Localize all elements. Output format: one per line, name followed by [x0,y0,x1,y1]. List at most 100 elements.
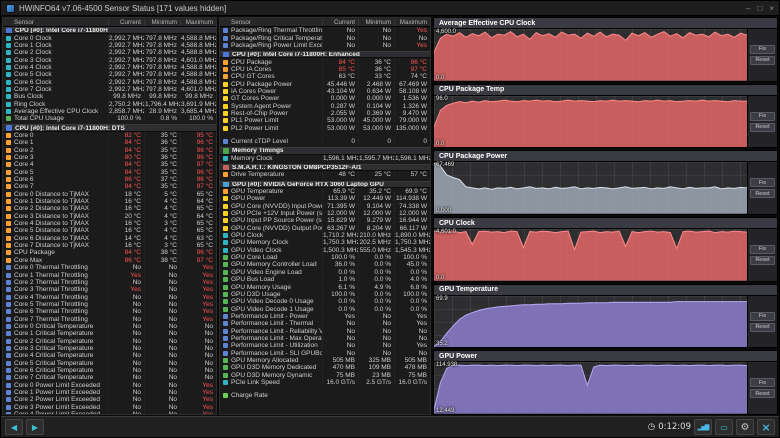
sensor-row[interactable]: Core 6 86 °C 37 °C 96 °C [3,176,216,184]
sensor-row[interactable]: GPU D3D Usage 100.0 % 0.0 % 100.0 % [220,290,430,298]
sensor-row[interactable]: Core 4 Power Limit ExceededNoNoYes [3,411,216,414]
sensor-row[interactable]: PL2 Power Limit 53.000 W 53.000 W 135.000 W [220,124,430,132]
sensor-row[interactable]: Core 0 Power Limit Exceeded No No Yes [3,381,216,389]
graph-reset-button[interactable]: Reset [750,189,775,199]
sensor-row[interactable]: CPU Package Power 45.446 W 2.468 W 67.469 W [220,80,430,88]
graph-title[interactable]: CPU Package Temp [434,84,777,96]
graph-fix-button[interactable]: Fix [750,44,775,54]
minimize-button[interactable]: – [746,4,750,13]
sensor-row[interactable]: GPU Video Decode 0 Usage 0.0 % 0.0 % 0.0 % [220,298,430,306]
sensor-row[interactable]: Core 2 Thermal Throttling No No Yes [3,278,216,286]
sensor-row[interactable]: Core 0 Thermal Throttling No No Yes [3,264,216,272]
sensor-row[interactable]: Core 1 Thermal Throttling Yes No Yes [3,271,216,279]
sensor-row[interactable]: CPU GT Cores 63 °C 33 °C 74 °C [220,73,430,81]
sensor-row[interactable]: GPU Core Load 100.0 % 0.0 % 100.0 % [220,254,430,262]
sensor-row[interactable]: Core 3 Distance to TjMAX 20 °C 4 °C 64 °C [3,212,216,220]
graph-title[interactable]: CPU Package Power [434,151,777,163]
sensor-row[interactable]: GPU D3D Memory Dedicated 470 MB 109 MB 478 … [220,364,430,372]
sensor-row[interactable]: System Agent Power 0.287 W 0.104 W 1.326 W [220,102,430,110]
sensor-row[interactable]: Core 5 Critical Temperature No No No [3,359,216,367]
sensor-row[interactable]: Core 3 Thermal Throttling Yes No Yes [3,286,216,294]
graph-title[interactable]: CPU Clock [434,218,777,230]
sensor-row[interactable]: Core 5 Clock 2,992.7 MHz 797.8 MHz 4,588.8 … [3,71,216,79]
graph-reset-button[interactable]: Reset [750,255,775,265]
sensor-row[interactable]: Package/Ring Thermal Throttling No No Yes [220,27,430,35]
sensor-row[interactable]: GPU Video Engine Load 0.0 % 0.0 % 0.0 % [220,268,430,276]
sensor-row[interactable]: CPU Package 84 °C 36 °C 96 °C [220,58,430,66]
sensor-row[interactable]: GPU Input PP Source Power (sum)15.829 W9… [220,217,430,225]
graph-title[interactable]: GPU Power [434,351,777,363]
sensor-row[interactable]: CPU Package 84 °C 38 °C 96 °C [3,249,216,257]
graph-fix-button[interactable]: Fix [750,244,775,254]
sensor-row[interactable]: Performance Limit - Power Yes No Yes [220,312,430,320]
sensor-row[interactable]: Core 5 Distance to TjMAX 16 °C 4 °C 65 °C [3,227,216,235]
sensor-row[interactable]: Core 1 Power Limit Exceeded No No Yes [3,389,216,397]
sensor-row[interactable]: GPU D3D Memory Dynamic 75 MB 23 MB 75 MB [220,371,430,379]
graph-reset-button[interactable]: Reset [750,55,775,65]
sensor-row[interactable]: Core 5 84 °C 35 °C 96 °C [3,168,216,176]
sensor-group-header[interactable]: CPU [#0]: Intel Core i7-11800H: DTS [3,124,216,132]
sensor-row[interactable]: Drive Temperature 48 °C 25 °C 57 °C [220,171,430,179]
sensor-row[interactable]: GPU Memory Controller Load 36.0 % 0.0 % 45.… [220,261,430,269]
close-window-button[interactable]: × [769,4,774,13]
sensor-row[interactable]: GPU Memory Allocated 505 MB 325 MB 505 MB [220,356,430,364]
sensor-row[interactable]: Bus Clock 99.8 MHz 99.8 MHz 99.8 MHz [3,93,216,101]
graph-reset-button[interactable]: Reset [750,122,775,132]
sensor-row[interactable]: Core 6 Thermal Throttling No No Yes [3,308,216,316]
sensor-row[interactable]: Performance Limit - Max Operating Voltag… [220,334,430,342]
sensor-row[interactable]: GPU Memory Usage 6.1 % 4.9 % 6.8 % [220,283,430,291]
sensor-row[interactable]: Core 6 Clock 2,992.7 MHz 797.8 MHz 4,588.8 … [3,78,216,86]
move-left-button[interactable]: ◀ [5,419,23,435]
sensor-row[interactable]: Core 7 Clock 2,992.7 MHz 797.8 MHz 4,601.0 … [3,85,216,93]
sensor-group-header[interactable]: GPU [#0]: NVIDIA GeForce RTX 3060 Laptop… [220,180,430,188]
sensor-row[interactable]: Core 4 Clock 2,992.7 MHz 797.8 MHz 4,588.8 … [3,63,216,71]
close-button[interactable]: × [757,419,775,435]
sensor-row[interactable]: Core 1 Clock 2,992.7 MHz 797.8 MHz 4,588.8 … [3,41,216,49]
sensor-row[interactable]: Memory Clock 1,596.1 MHz 1,595.7 MHz 1,596.… [220,154,430,162]
sensor-group-header[interactable]: CPU [#0]: Intel Core i7-11800H [3,27,216,35]
sensor-row[interactable]: Performance Limit - SLI GPUBoost SyncNoN… [220,349,430,357]
sensor-row[interactable]: Core 6 Critical Temperature No No No [3,366,216,374]
title-bar[interactable]: HWiNFO64 v7.06-4500 Sensor Status [171 v… [1,1,779,16]
sensor-row[interactable]: Core 3 Critical Temperature No No No [3,344,216,352]
sensor-row[interactable]: IA Cores Power 43.104 W 0.634 W 58.108 W [220,87,430,95]
sensor-row[interactable]: Core 0 Clock 2,992.7 MHz 797.8 MHz 4,588.8 … [3,34,216,42]
sensor-row[interactable]: Package/Ring Power Limit ExceededNoNoYes [220,41,430,49]
sensor-row[interactable]: GPU Memory Clock 1,750.3 MHz 202.5 MHz 1,75… [220,239,430,247]
sensor-row[interactable]: GT Cores Power 0.000 W 0.000 W 1.536 W [220,95,430,103]
maximize-button[interactable]: □ [757,4,762,13]
sensor-row[interactable]: Current cTDP Level 0 0 0 [220,137,430,145]
sensor-group-header[interactable]: CPU [#0]: Intel Core i7-11800H: Enhanced [220,51,430,59]
sensor-row[interactable]: Core 2 Distance to TjMAX 16 °C 4 °C 65 °C [3,205,216,213]
sensor-row[interactable]: GPU Bus Load 1.0 % 0.0 % 4.0 % [220,276,430,284]
sensor-row[interactable]: Core 1 Distance to TjMAX 16 °C 4 °C 64 °C [3,198,216,206]
sensor-row[interactable]: Core 4 Distance to TjMAX 16 °C 3 °C 65 °C [3,220,216,228]
sensor-row[interactable]: Core 4 Thermal Throttling No No Yes [3,293,216,301]
sensor-row[interactable]: GPU Clock 1,710.2 MHz 210.0 MHz 1,890.0 MHz [220,232,430,240]
sensor-row[interactable]: Core 4 84 °C 35 °C 97 °C [3,161,216,169]
sensor-row[interactable]: Performance Limit - Thermal No No Yes [220,320,430,328]
sensor-group-header[interactable]: Memory Timings [220,147,430,155]
sensor-row[interactable]: Core 3 80 °C 36 °C 96 °C [3,154,216,162]
sensor-row[interactable]: GPU Core (NVVDD) Output Power (sum)63.26… [220,224,430,232]
sensor-row[interactable]: Core Max 86 °C 38 °C 97 °C [3,256,216,264]
sensor-row[interactable]: GPU Core (NVVDD) Input Power (sum)71.395… [220,202,430,210]
sensor-row[interactable]: Total CPU Usage 100.0 % 0.8 % 100.0 % [3,115,216,123]
sensor-row[interactable]: Core 2 Critical Temperature No No No [3,337,216,345]
sensor-row[interactable]: Core 3 Power Limit Exceeded No No Yes [3,403,216,411]
sensor-row[interactable]: GPU Video Clock 1,500.3 MHz 555.0 MHz 1,545… [220,246,430,254]
sensor-row[interactable]: GPU Temperature 65.9 °C 35.2 °C 69.9 °C [220,188,430,196]
sensor-row[interactable]: Core 5 Thermal Throttling No No Yes [3,300,216,308]
sensor-row[interactable]: Average Effective CPU Clock 2,858.7 MHz 28… [3,107,216,115]
graph-reset-button[interactable]: Reset [750,389,775,399]
sensor-row[interactable]: CPU IA Cores 85 °C 36 °C 97 °C [220,65,430,73]
sensor-row[interactable]: Core 6 Distance to TjMAX 14 °C 4 °C 63 °C [3,234,216,242]
sensor-row[interactable]: Core 2 Power Limit Exceeded No No Yes [3,396,216,404]
sensor-row[interactable]: Core 7 Thermal Throttling No No Yes [3,315,216,323]
sensor-row[interactable]: Performance Limit - Utilization No No Yes [220,342,430,350]
sensor-row[interactable]: Core 2 Clock 2,992.7 MHz 797.8 MHz 4,588.8 … [3,49,216,57]
graph-fix-button[interactable]: Fix [750,111,775,121]
sensor-row[interactable]: Core 0 Critical Temperature No No No [3,322,216,330]
graph-fix-button[interactable]: Fix [750,178,775,188]
move-right-button[interactable]: ▶ [26,419,44,435]
